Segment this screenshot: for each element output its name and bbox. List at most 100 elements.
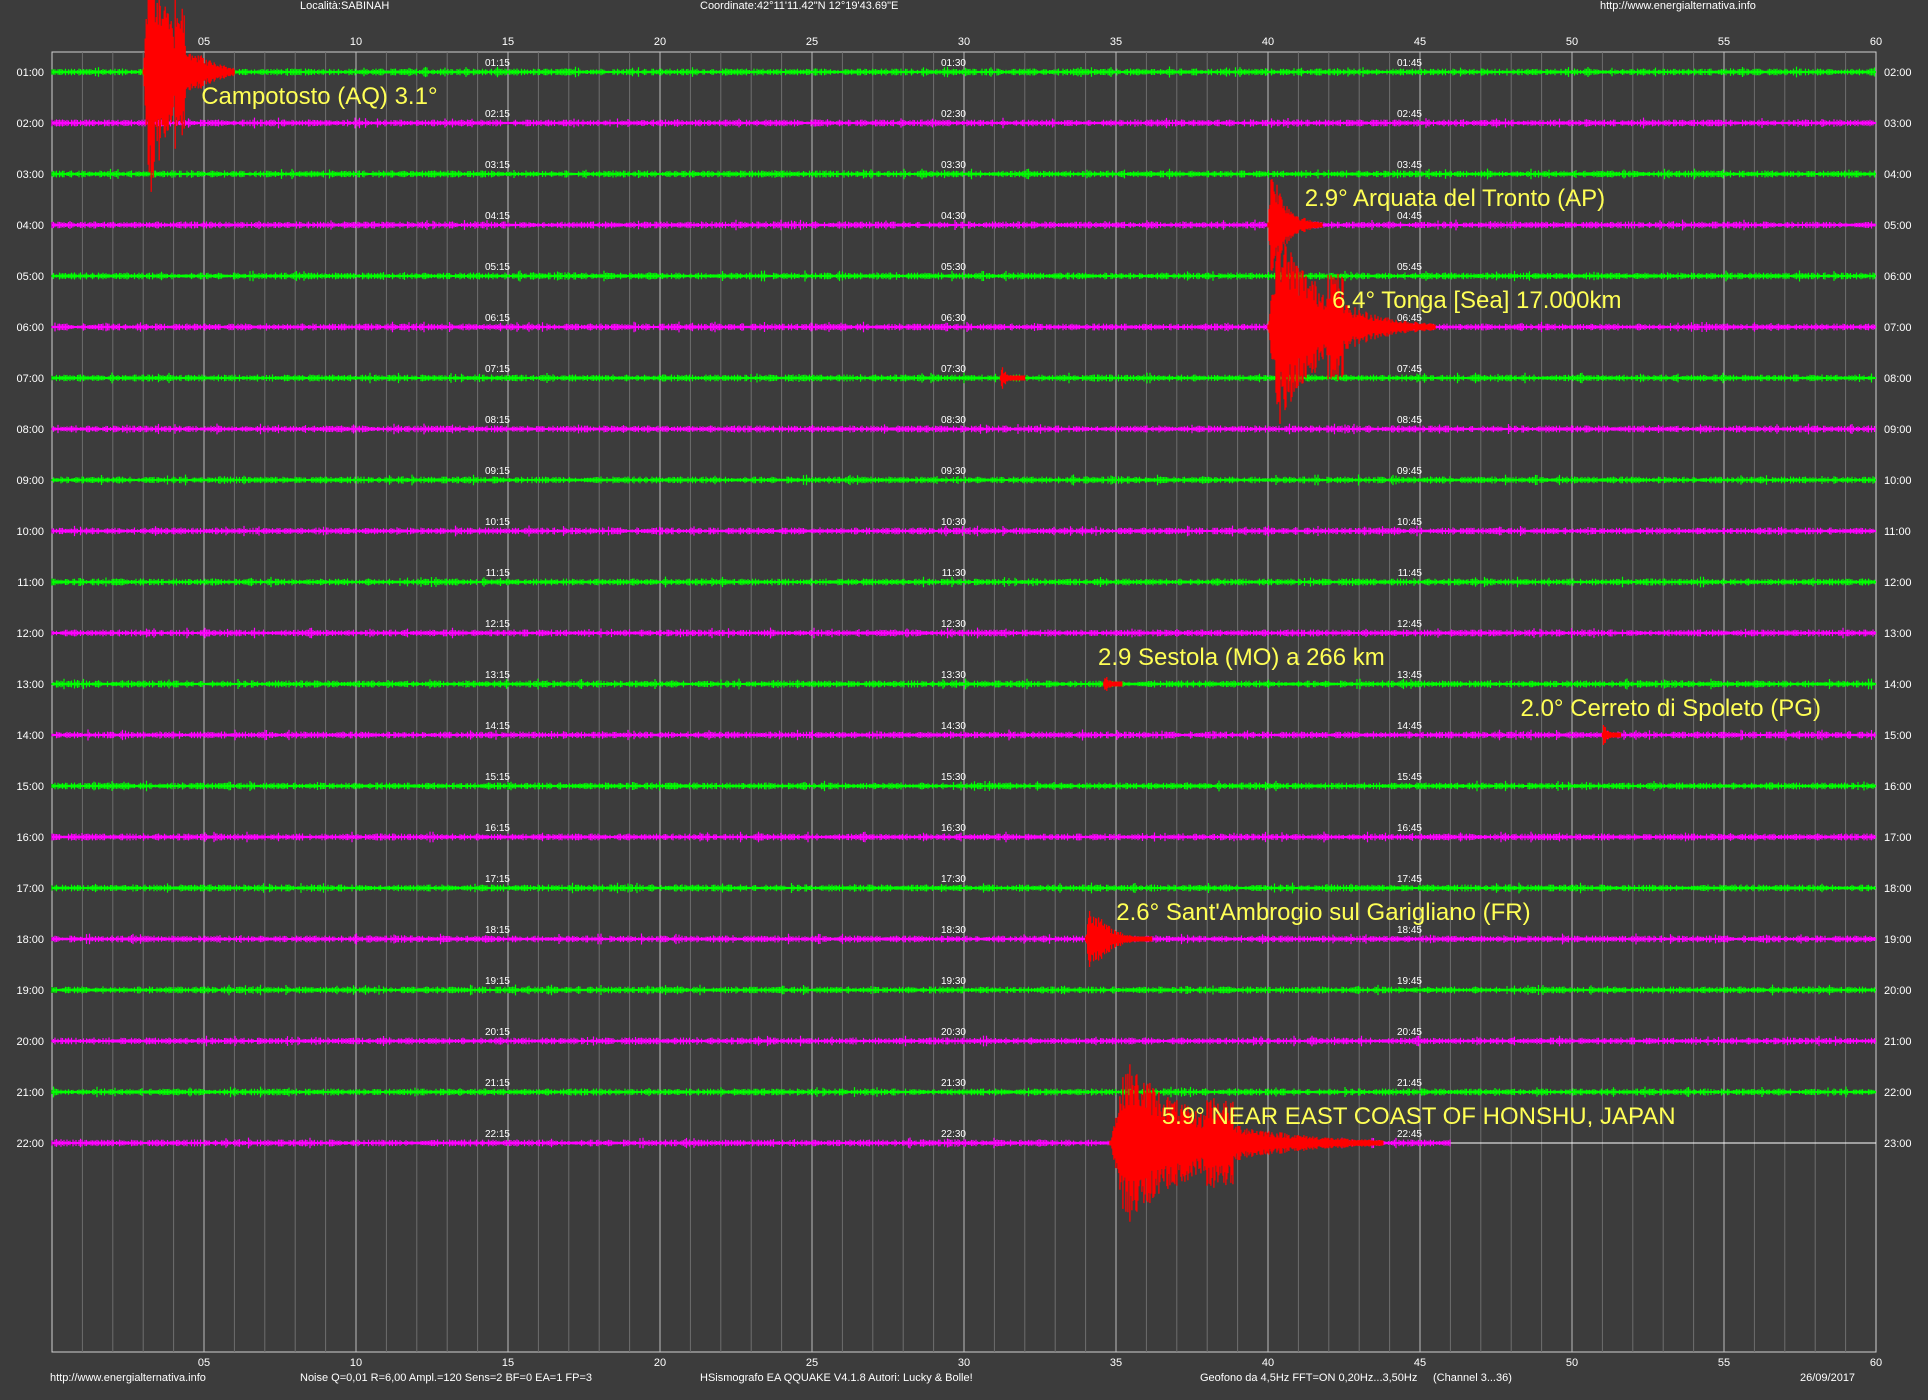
quarter-mark: 17:45 (1397, 874, 1422, 885)
trace-noise (51, 933, 1876, 945)
quarter-mark: 20:45 (1397, 1027, 1422, 1038)
x-tick-label-top: 60 (1870, 36, 1882, 48)
event-annotation: 2.9 Sestola (MO) a 266 km (1098, 644, 1385, 671)
x-tick-label-bottom: 05 (198, 1357, 210, 1369)
event-annotation: 2.9° Arquata del Tronto (AP) (1305, 185, 1605, 212)
row-label-left: 19:00 (16, 985, 44, 997)
row-label-left: 04:00 (16, 220, 44, 232)
quarter-mark: 12:45 (1397, 619, 1422, 630)
row-label-right: 22:00 (1884, 1087, 1912, 1099)
row-label-right: 05:00 (1884, 220, 1912, 232)
quarter-mark: 04:30 (941, 211, 966, 222)
quarter-mark: 10:45 (1397, 517, 1422, 528)
quarter-mark: 15:30 (941, 772, 966, 783)
quarter-mark: 08:45 (1397, 415, 1422, 426)
quarter-mark: 21:30 (941, 1078, 966, 1089)
row-label-left: 03:00 (16, 169, 44, 181)
software-label: HSismografo EA QQUAKE V4.1.8 Autori: Luc… (700, 1372, 973, 1384)
settings-label: Noise Q=0,01 R=6,00 Ampl.=120 Sens=2 BF=… (300, 1372, 592, 1384)
x-tick-label-top: 05 (198, 36, 210, 48)
x-tick-label-bottom: 10 (350, 1357, 362, 1369)
quarter-mark: 06:30 (941, 313, 966, 324)
channel-label: (Channel 3...36) (1433, 1372, 1512, 1384)
quarter-mark: 16:45 (1397, 823, 1422, 834)
quarter-mark: 12:15 (485, 619, 510, 630)
event-waveform (999, 367, 1026, 389)
plot-frame (51, 51, 1877, 1353)
row-label-right: 06:00 (1884, 271, 1912, 283)
quarter-mark: 13:30 (941, 670, 966, 681)
x-tick-label-bottom: 25 (806, 1357, 818, 1369)
footer-website-link[interactable]: http://www.energialternativa.info (50, 1372, 206, 1384)
row-label-right: 15:00 (1884, 730, 1912, 742)
quarter-mark: 13:15 (485, 670, 510, 681)
quarter-mark: 04:15 (485, 211, 510, 222)
quarter-mark: 01:15 (485, 58, 510, 69)
event-waveform (1267, 230, 1436, 424)
x-tick-label-top: 55 (1718, 36, 1730, 48)
event-annotation: 2.0° Cerreto di Spoleto (PG) (1521, 695, 1821, 722)
row-label-right: 02:00 (1884, 67, 1912, 79)
quarter-mark: 02:45 (1397, 109, 1422, 120)
row-label-left: 11:00 (17, 577, 44, 589)
row-label-left: 02:00 (16, 118, 44, 130)
x-tick-label-bottom: 60 (1870, 1357, 1882, 1369)
x-tick-label-bottom: 45 (1414, 1357, 1426, 1369)
x-tick-label-bottom: 55 (1718, 1357, 1730, 1369)
x-tick-label-top: 35 (1110, 36, 1122, 48)
trace-noise (51, 1137, 1451, 1149)
event-annotation: Campotosto (AQ) 3.1° (201, 83, 437, 110)
trace-noise (51, 219, 1876, 231)
x-tick-label-top: 40 (1262, 36, 1274, 48)
trace-noise (51, 831, 1876, 843)
row-label-left: 15:00 (16, 781, 44, 793)
quarter-mark: 09:15 (485, 466, 510, 477)
quarter-mark: 02:15 (485, 109, 510, 120)
row-label-right: 10:00 (1884, 475, 1912, 487)
row-label-right: 09:00 (1884, 424, 1912, 436)
quarter-mark: 07:45 (1397, 364, 1422, 375)
trace-noise (51, 270, 1876, 282)
quarter-mark: 18:15 (485, 925, 510, 936)
x-tick-label-top: 20 (654, 36, 666, 48)
x-tick-label-top: 50 (1566, 36, 1578, 48)
quarter-mark: 09:30 (941, 466, 966, 477)
trace-noise (51, 117, 1876, 129)
quarter-mark: 08:30 (941, 415, 966, 426)
row-label-left: 05:00 (16, 271, 44, 283)
quarter-mark: 22:15 (485, 1129, 510, 1140)
quarter-mark: 22:45 (1397, 1129, 1422, 1140)
row-label-left: 20:00 (16, 1036, 44, 1048)
row-label-right: 12:00 (1884, 577, 1912, 589)
row-label-left: 13:00 (16, 679, 44, 691)
row-label-left: 06:00 (16, 322, 44, 334)
trace-noise (51, 729, 1876, 741)
header-website-link[interactable]: http://www.energialternativa.info (1600, 0, 1756, 12)
row-label-left: 21:00 (16, 1087, 44, 1099)
quarter-mark: 16:30 (941, 823, 966, 834)
trace-noise (51, 780, 1876, 792)
event-waveform (1084, 911, 1153, 967)
event-waveform (1267, 179, 1323, 271)
quarter-mark: 19:30 (941, 976, 966, 987)
x-tick-label-top: 45 (1414, 36, 1426, 48)
quarter-mark: 01:45 (1397, 58, 1422, 69)
event-annotation: 6.4° Tonga [Sea] 17.000km (1332, 287, 1621, 314)
quarter-mark: 10:30 (941, 517, 966, 528)
x-tick-label-bottom: 50 (1566, 1357, 1578, 1369)
row-label-right: 23:00 (1884, 1138, 1912, 1150)
row-label-right: 14:00 (1884, 679, 1912, 691)
quarter-mark: 13:45 (1397, 670, 1422, 681)
row-label-left: 18:00 (16, 934, 44, 946)
quarter-mark: 10:15 (485, 517, 510, 528)
quarter-mark: 03:15 (485, 160, 510, 171)
row-label-left: 14:00 (16, 730, 44, 742)
trace-noise (51, 372, 1876, 384)
row-label-right: 19:00 (1884, 934, 1912, 946)
quarter-mark: 05:45 (1397, 262, 1422, 273)
quarter-mark: 20:15 (485, 1027, 510, 1038)
quarter-mark: 01:30 (941, 58, 966, 69)
row-label-left: 17:00 (16, 883, 44, 895)
date-label: 26/09/2017 (1800, 1372, 1856, 1384)
x-tick-label-bottom: 20 (654, 1357, 666, 1369)
